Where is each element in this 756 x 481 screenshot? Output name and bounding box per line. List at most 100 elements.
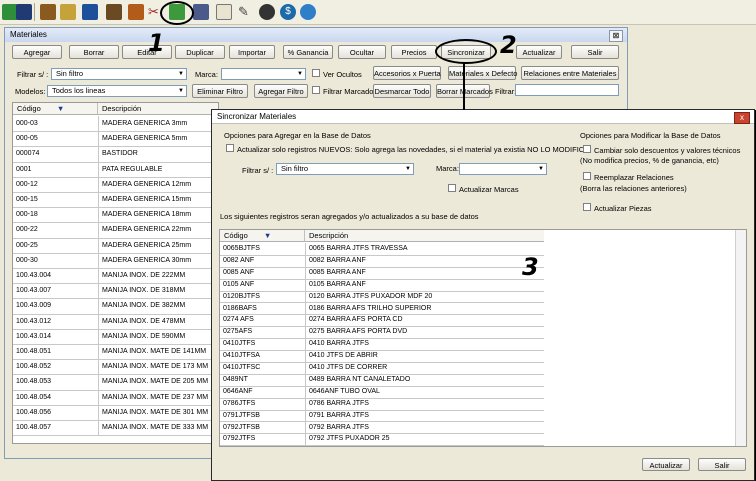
dialog-title: Sincronizar Materiales <box>217 112 297 121</box>
film-icon[interactable] <box>106 4 122 20</box>
cell-divider <box>305 278 306 291</box>
cell-divider <box>305 243 306 255</box>
monitor-icon[interactable] <box>82 4 98 20</box>
save-icon[interactable] <box>16 4 32 20</box>
sync-filtrar-select[interactable]: Sin filtro ▼ <box>276 163 414 175</box>
column-header-codigo[interactable]: Código ▼ <box>13 103 98 115</box>
table-row[interactable]: 000-15 MADERA GENERICA 15mm <box>13 192 218 209</box>
globe-icon[interactable] <box>300 4 316 20</box>
cell-divider <box>305 302 306 315</box>
cell-divider <box>98 131 99 147</box>
table-row[interactable]: 100.48.057 MANIJA INOX. MATE DE 333 MM <box>13 420 218 437</box>
books-icon[interactable] <box>40 4 56 20</box>
relaciones-button[interactable]: Relaciones entre Materiales <box>521 66 619 80</box>
table-row[interactable]: 000074 BASTIDOR <box>13 146 218 163</box>
cell-codigo: 100.43.007 <box>16 287 52 295</box>
actualizar-piezas-checkbox[interactable] <box>583 203 591 211</box>
main-toolbar: ✂ ✎ $ <box>0 0 756 25</box>
cell-codigo: 000-12 <box>16 180 38 188</box>
pencil-icon[interactable]: ✎ <box>238 4 254 20</box>
cell-codigo: 000-18 <box>16 211 38 219</box>
cell-codigo: 100.48.057 <box>16 424 52 431</box>
desmarcar-button[interactable]: Desmarcar Todo <box>373 84 431 98</box>
cell-divider <box>305 326 306 339</box>
only-new-checkbox[interactable] <box>226 144 234 152</box>
accesorios-button[interactable]: Accesorios x Puerta <box>373 66 441 80</box>
cell-codigo: 100.43.004 <box>16 272 52 279</box>
printer-icon[interactable] <box>193 4 209 20</box>
table-row[interactable]: 000-30 MADERA GENERICA 30mm <box>13 252 218 269</box>
column-header-descripcion[interactable]: Descripción <box>305 230 544 242</box>
actualizar-button[interactable]: Actualizar <box>516 45 562 59</box>
cell-codigo: 0410JTFS <box>223 340 256 348</box>
materiales-defecto-button[interactable]: Materiales x Defecto <box>448 66 517 80</box>
sync-salir-button[interactable]: Salir <box>698 458 746 471</box>
list-icon[interactable] <box>216 4 232 20</box>
cell-descripcion: 0065 BARRA JTFS TRAVESSA <box>309 245 408 252</box>
column-header-descripcion[interactable]: Descripción <box>98 103 218 115</box>
ver-ocultos-checkbox[interactable] <box>312 69 320 77</box>
table-row[interactable]: 000-05 MADERA GENERICA 5mm <box>13 131 218 148</box>
marca-label: Marca: <box>436 164 459 173</box>
cell-descripcion: BASTIDOR <box>102 150 138 158</box>
cell-divider <box>305 290 306 303</box>
table-row[interactable]: 100.43.014 MANIJA INOX. DE 590MM <box>13 328 218 345</box>
agregar-filtro-button[interactable]: Agregar Filtro <box>254 84 308 98</box>
table-row[interactable]: 000-03 MADERA GENERICA 3mm <box>13 116 218 133</box>
table-row[interactable]: 100.43.009 MANIJA INOX. DE 382MM <box>13 298 218 315</box>
vertical-scrollbar[interactable] <box>735 230 746 446</box>
dollar-icon[interactable]: $ <box>280 4 296 20</box>
materials-table[interactable]: Código ▼ Descripción 000-03 MADERA GENERI… <box>12 102 219 444</box>
ganancia-button[interactable]: % Ganancia <box>283 45 333 59</box>
eliminar-filtro-button[interactable]: Eliminar Filtro <box>192 84 248 98</box>
importar-button[interactable]: Importar <box>229 45 275 59</box>
table-row[interactable]: 100.48.054 MANIJA INOX. MATE DE 237 MM <box>13 389 218 406</box>
table-row[interactable]: 100.43.007 MANIJA INOX. DE 318MM <box>13 283 218 300</box>
cell-descripcion: MANIJA INOX. MATE DE 205 MM <box>102 378 209 386</box>
filtrar-select[interactable]: Sin filtro ▼ <box>51 68 187 80</box>
duplicar-button[interactable]: Duplicar <box>175 45 225 59</box>
marca-select[interactable]: ▼ <box>221 68 306 80</box>
ocultar-button[interactable]: Ocultar <box>338 45 386 59</box>
table-row[interactable]: 100.43.004 MANIJA INOX. DE 222MM <box>13 268 218 285</box>
sync-marca-select[interactable]: ▼ <box>459 163 547 175</box>
table-row[interactable]: 0001 PATA REGULABLE <box>13 161 218 178</box>
cell-divider <box>305 409 306 422</box>
cell-codigo: 100.43.014 <box>16 332 52 340</box>
table-row[interactable]: 000-22 MADERA GENERICA 22mm <box>13 222 218 239</box>
window-title: Materiales <box>10 30 47 39</box>
agregar-button[interactable]: Agregar <box>12 45 62 59</box>
modelos-select[interactable]: Todos los lineas ▼ <box>47 85 187 97</box>
table-row[interactable]: 100.48.052 MANIJA INOX. MATE DE 173 MM <box>13 359 218 376</box>
precios-button[interactable]: Precios <box>391 45 437 59</box>
close-icon[interactable]: ⊠ <box>609 30 623 42</box>
cell-codigo: 0082 ANF <box>223 256 255 264</box>
table-row[interactable]: 000-12 MADERA GENERICA 12mm <box>13 176 218 193</box>
table-row[interactable]: 000-25 MADERA GENERICA 25mm <box>13 237 218 254</box>
cell-codigo: 000-15 <box>16 196 38 203</box>
filtrar-text-input[interactable] <box>515 84 619 96</box>
table-row[interactable]: 100.43.012 MANIJA INOX. DE 478MM <box>13 313 218 330</box>
table-row[interactable]: 100.48.056 MANIJA INOX. MATE DE 301 MM <box>13 404 218 421</box>
cell-descripcion: MANIJA INOX. MATE DE 237 MM <box>102 393 209 401</box>
sync-actualizar-button[interactable]: Actualizar <box>642 458 690 471</box>
salir-button[interactable]: Salir <box>571 45 619 59</box>
box-icon[interactable] <box>128 4 144 20</box>
filtrar-marcados-checkbox[interactable] <box>312 86 320 94</box>
borrar-button[interactable]: Borrar <box>69 45 119 59</box>
reemplazar-checkbox[interactable] <box>583 172 591 180</box>
close-icon[interactable]: x <box>734 112 750 124</box>
table-row[interactable]: 000-18 MADERA GENERICA 18mm <box>13 207 218 224</box>
cell-divider <box>98 176 99 192</box>
cambiar-solo-checkbox[interactable] <box>583 145 591 153</box>
sync-table[interactable]: Código ▼ Descripción 0065BJTFS 0065 BARRA… <box>219 229 747 447</box>
column-header-codigo[interactable]: Código ▼ <box>220 230 305 242</box>
disc-icon[interactable] <box>259 4 275 20</box>
actualizar-marcas-checkbox[interactable] <box>448 184 456 192</box>
table-row[interactable]: 100.48.053 MANIJA INOX. MATE DE 205 MM <box>13 374 218 391</box>
sync-filtrar-value: Sin filtro <box>281 164 309 173</box>
brush-icon[interactable] <box>60 4 76 20</box>
table-row[interactable]: 0792JTFS 0792 JTFS PUXADOR 25 <box>220 433 544 446</box>
actualizar-piezas-label: Actualizar Piezas <box>594 204 652 213</box>
table-row[interactable]: 100.48.051 MANIJA INOX. MATE DE 141MM <box>13 344 218 361</box>
